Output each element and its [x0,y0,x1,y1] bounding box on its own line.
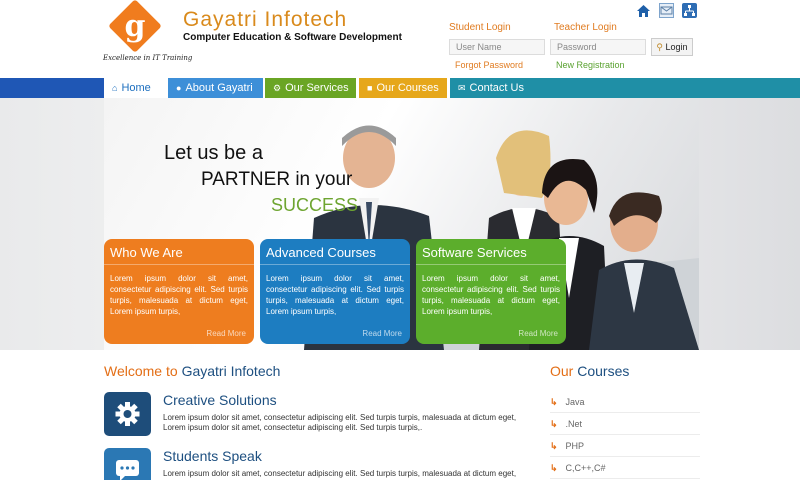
students-speak-line1: Lorem ipsum dolor sit amet, consectetur … [163,469,517,478]
course-item[interactable]: ↳ C,C++,C# [550,457,700,479]
welcome-name: Gayatri Infotech [181,363,281,379]
brand-subtitle: Computer Education & Software Developmen… [183,32,402,43]
course-label: PHP [565,441,585,451]
nav-home[interactable]: ⌂ Home [104,78,165,98]
header: g Excellence in IT Training Gayatri Info… [0,0,800,78]
arrow-icon: ↳ [550,463,558,473]
feature-advanced-courses[interactable]: Advanced Courses Lorem ipsum dolor sit a… [260,239,410,344]
arrow-icon: ↳ [550,397,558,407]
course-item[interactable]: ↳ .Net [550,413,700,435]
courses-prefix: Our [550,363,574,379]
logo-tagline: Excellence in IT Training [103,54,193,62]
feature-software-services[interactable]: Software Services Lorem ipsum dolor sit … [416,239,566,344]
banner-line3: SUCCESS [271,195,359,215]
login-button-label: Login [665,42,688,52]
feature-text: Lorem ipsum dolor sit amet, consectetur … [110,274,248,316]
course-item[interactable]: ↳ PHP [550,435,700,457]
nav-contact-label: Contact Us [469,82,524,94]
nav-about-label: About Gayatri [185,82,253,94]
page: g Excellence in IT Training Gayatri Info… [0,0,800,480]
nav-home-label: Home [121,82,151,94]
welcome-heading: Welcome to Gayatri Infotech [104,363,280,379]
nav-about[interactable]: ● About Gayatri [168,78,263,98]
nav-courses-label: Our Courses [376,82,439,94]
book-icon: ■ [367,83,373,93]
new-registration-link[interactable]: New Registration [556,60,625,70]
feature-text: Lorem ipsum dolor sit amet, consectetur … [422,274,560,316]
main-nav: ⌂ Home ● About Gayatri ⚙ Our Services ■ … [0,78,800,98]
courses-name: Courses [577,363,630,379]
sitemap-icon[interactable] [682,3,697,18]
courses-heading: Our Courses [550,363,629,379]
feature-title: Advanced Courses [260,239,410,265]
feature-title: Who We Are [104,239,254,265]
logo[interactable]: g Excellence in IT Training [103,0,192,68]
nav-left-strip [0,78,104,98]
feature-who-we-are[interactable]: Who We Are Lorem ipsum dolor sit amet, c… [104,239,254,344]
student-login-title: Student Login [449,22,511,33]
key-icon: ⚲ [656,42,664,52]
home-icon: ⌂ [112,83,118,93]
banner-line1: Let us be a [164,142,263,164]
nav-services[interactable]: ⚙ Our Services [265,78,356,98]
read-more-link[interactable]: Read More [206,329,246,338]
chat-icon [104,448,151,480]
students-speak-title[interactable]: Students Speak [163,448,262,464]
forgot-password-link[interactable]: Forgot Password [455,60,523,70]
home-icon[interactable] [636,3,651,18]
nav-contact[interactable]: ✉ Contact Us [450,78,800,98]
creative-solutions-title[interactable]: Creative Solutions [163,392,277,408]
creative-solutions-line1: Lorem ipsum dolor sit amet, consectetur … [163,413,517,422]
course-item[interactable]: ↳ Java [550,391,700,413]
course-label: .Net [565,419,583,429]
feature-text: Lorem ipsum dolor sit amet, consectetur … [266,274,404,316]
course-label: Java [565,397,585,407]
feature-title: Software Services [416,239,566,265]
nav-courses[interactable]: ■ Our Courses [359,78,447,98]
mail-icon[interactable] [659,3,674,18]
brand-name: Gayatri Infotech [183,8,348,31]
login-button[interactable]: ⚲ Login [651,38,693,56]
users-icon: ● [176,83,182,93]
username-input[interactable]: User Name [449,39,545,55]
banner-line2: PARTNER in your [201,169,353,190]
arrow-icon: ↳ [550,441,558,451]
read-more-link[interactable]: Read More [518,329,558,338]
logo-letter: g [124,9,146,44]
read-more-link[interactable]: Read More [362,329,402,338]
envelope-icon: ✉ [458,83,466,93]
top-icons [636,3,697,18]
teacher-login-title: Teacher Login [554,22,617,33]
welcome-prefix: Welcome to [104,363,178,379]
arrow-icon: ↳ [550,419,558,429]
gear-icon [104,392,151,436]
creative-solutions-line2: Lorem ipsum dolor sit amet, consectetur … [163,423,423,432]
course-label: C,C++,C# [565,463,606,473]
nav-services-label: Our Services [285,82,349,94]
password-input[interactable]: Password [550,39,646,55]
gears-icon: ⚙ [273,83,282,93]
hero-banner: Let us be a PARTNER in your SUCCESS Who … [0,98,800,350]
